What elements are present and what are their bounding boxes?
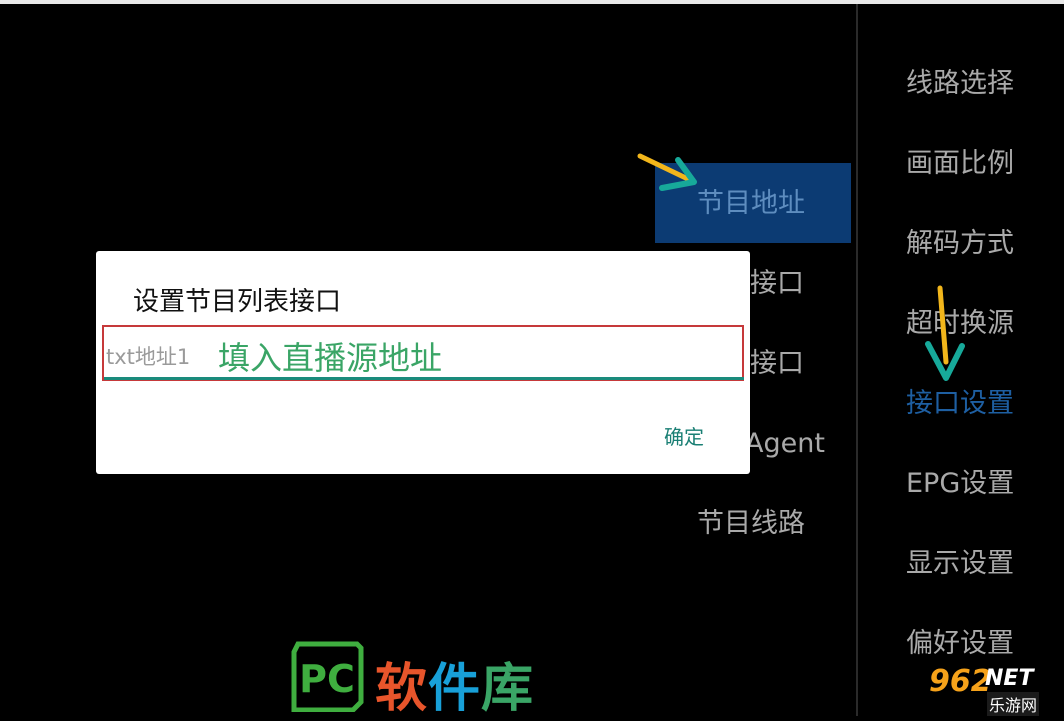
sidebar-item-aspect-ratio[interactable]: 画面比例 [906, 144, 1014, 184]
input-placeholder: txt地址1 [106, 345, 191, 369]
pc-logo-text: PC [299, 657, 355, 701]
sidebar-item-display-settings[interactable]: 显示设置 [906, 544, 1014, 584]
arrow-pointing-interface-settings-icon [925, 285, 965, 381]
brand-char-3: 库 [481, 659, 535, 719]
sidebar-item-preference-settings[interactable]: 偏好设置 [906, 624, 1014, 664]
submenu-item-program-address[interactable]: 节目地址 [697, 184, 805, 224]
annotation-text: 填入直播源地址 [218, 339, 443, 377]
input-underline [104, 377, 744, 380]
sidebar-item-decode-mode[interactable]: 解码方式 [906, 224, 1014, 264]
badge-subtitle: 乐游网 [987, 692, 1040, 716]
badge-net: NET [985, 666, 1034, 691]
brand-char-2: 件 [428, 659, 482, 719]
dialog-title: 设置节目列表接口 [133, 287, 342, 317]
brand-char-1: 软 [375, 659, 429, 719]
submenu-item-interface-2[interactable]: 接口 [750, 344, 804, 384]
submenu-item-interface-1[interactable]: 接口 [750, 264, 804, 304]
site-badge: 962 NET 乐游网 [925, 664, 1059, 716]
url-input-field[interactable]: txt地址1 填入直播源地址 [102, 325, 744, 381]
badge-number: 962 [929, 664, 992, 699]
submenu-item-program-route[interactable]: 节目线路 [697, 504, 805, 544]
interface-dialog: 设置节目列表接口 txt地址1 填入直播源地址 确定 [96, 251, 750, 474]
submenu-item-agent[interactable]: Agent [745, 424, 825, 464]
brand-watermark: 软件库 [375, 646, 534, 721]
sidebar-item-route-select[interactable]: 线路选择 [906, 64, 1014, 104]
pc-logo-icon: PC [291, 641, 364, 712]
sidebar-item-epg-settings[interactable]: EPG设置 [906, 464, 1014, 504]
arrow-pointing-submenu-icon [637, 153, 697, 191]
sidebar-item-interface-settings[interactable]: 接口设置 [906, 384, 1014, 424]
ok-button[interactable]: 确定 [664, 421, 704, 450]
